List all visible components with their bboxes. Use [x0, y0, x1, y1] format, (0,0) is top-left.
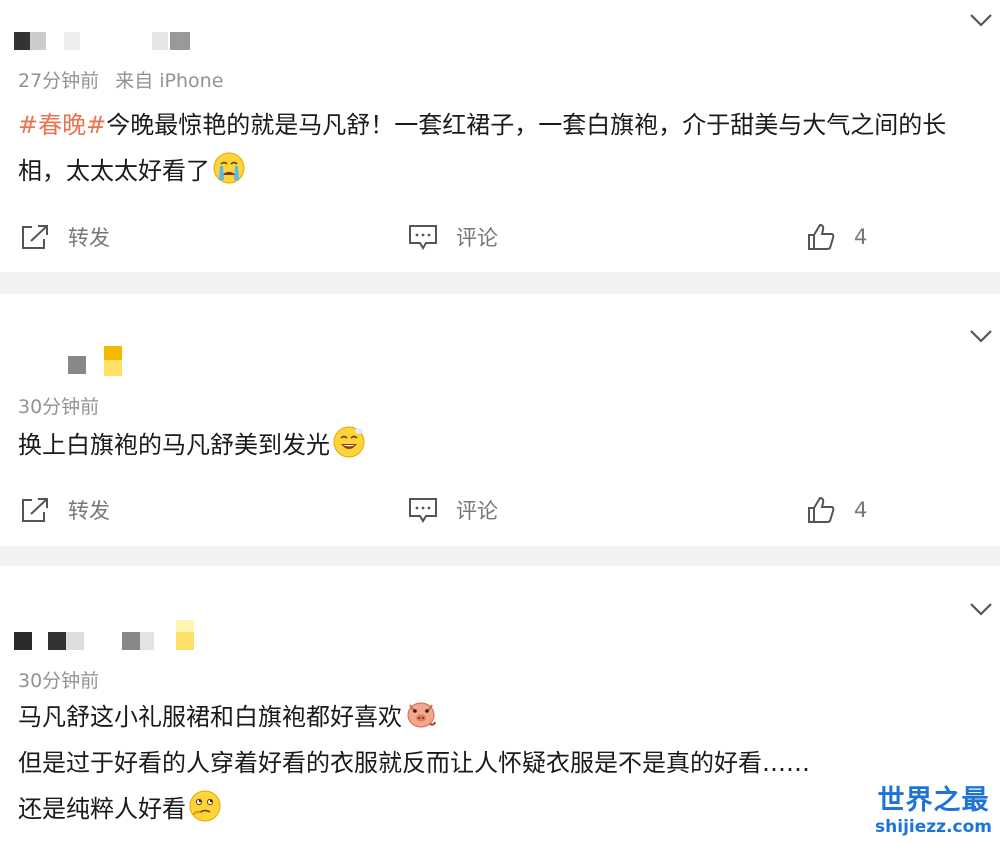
like-count: 4: [854, 498, 868, 522]
watermark-title: 世界之最: [877, 785, 990, 816]
share-icon: [22, 498, 48, 522]
username-redacted[interactable]: [14, 346, 134, 376]
username-redacted[interactable]: [14, 32, 204, 52]
post-meta: 27分钟前 来自 iPhone: [18, 66, 223, 93]
repost-label: 转发: [68, 226, 110, 250]
topic-link[interactable]: #春晚#: [18, 111, 106, 139]
chevron-down-icon[interactable]: [968, 326, 994, 346]
comment-label: 评论: [456, 499, 498, 523]
repost-label: 转发: [68, 499, 110, 523]
comment-text: 换上白旗袍的马凡舒美到发光: [18, 422, 988, 468]
like-count: 4: [854, 225, 868, 249]
comment-card-1: 27分钟前 来自 iPhone #春晚#今晚最惊艳的就是马凡舒！一套红裙子，一套…: [0, 0, 1000, 272]
comment-body-cont: 相，太太太好看了: [18, 157, 210, 185]
grinning-face-icon: [333, 426, 365, 458]
post-time: 30分钟前: [18, 670, 100, 692]
comment-body: 今晚最惊艳的就是马凡舒！一套红裙子，一套白旗袍，介于甜美与大气之间的长: [106, 111, 947, 139]
thinking-face-icon: [189, 790, 221, 822]
like-button[interactable]: 4: [806, 490, 867, 530]
thumbs-up-icon: [808, 223, 835, 250]
comment-button[interactable]: 评论: [408, 217, 498, 257]
crying-face-icon: [213, 152, 245, 184]
post-time: 30分钟前: [18, 396, 100, 418]
comment-line-3: 还是纯粹人好看: [18, 795, 186, 823]
post-meta: 30分钟前: [18, 392, 99, 419]
comment-text: #春晚#今晚最惊艳的就是马凡舒！一套红裙子，一套白旗袍，介于甜美与大气之间的长 …: [18, 102, 988, 194]
repost-button[interactable]: 转发: [20, 217, 110, 257]
chevron-down-icon[interactable]: [968, 10, 994, 30]
watermark-url: shijiezz.com: [875, 817, 992, 837]
comment-card-2: 30分钟前 换上白旗袍的马凡舒美到发光 转发 评论 4: [0, 294, 1000, 546]
like-button[interactable]: 4: [806, 217, 867, 257]
share-icon: [22, 225, 48, 249]
comment-label: 评论: [456, 226, 498, 250]
post-time: 27分钟前: [18, 70, 100, 92]
username-redacted[interactable]: [14, 620, 204, 650]
action-bar: 转发 评论 4: [0, 217, 1000, 257]
comment-line-2: 但是过于好看的人穿着好看的衣服就反而让人怀疑衣服是不是真的好看……: [18, 749, 810, 777]
post-source: 来自 iPhone: [115, 70, 224, 92]
thumbs-up-icon: [808, 496, 835, 523]
comment-button[interactable]: 评论: [408, 490, 498, 530]
chevron-down-icon[interactable]: [968, 599, 994, 619]
comment-card-3: 30分钟前 马凡舒这小礼服裙和白旗袍都好喜欢 但是过于好看的人穿着好看的衣服就反…: [0, 566, 1000, 843]
separator: [0, 272, 1000, 294]
post-meta: 30分钟前: [18, 666, 99, 693]
comment-icon: [409, 225, 437, 250]
action-bar: 转发 评论 4: [0, 490, 1000, 530]
comment-text: 马凡舒这小礼服裙和白旗袍都好喜欢 但是过于好看的人穿着好看的衣服就反而让人怀疑衣…: [18, 694, 988, 832]
comment-icon: [409, 498, 437, 523]
site-watermark: 世界之最 shijiezz.com: [875, 785, 992, 837]
comment-line-1: 马凡舒这小礼服裙和白旗袍都好喜欢: [18, 703, 402, 731]
pig-face-icon: [407, 702, 436, 728]
comment-body: 换上白旗袍的马凡舒美到发光: [18, 431, 330, 459]
separator: [0, 546, 1000, 566]
repost-button[interactable]: 转发: [20, 490, 110, 530]
